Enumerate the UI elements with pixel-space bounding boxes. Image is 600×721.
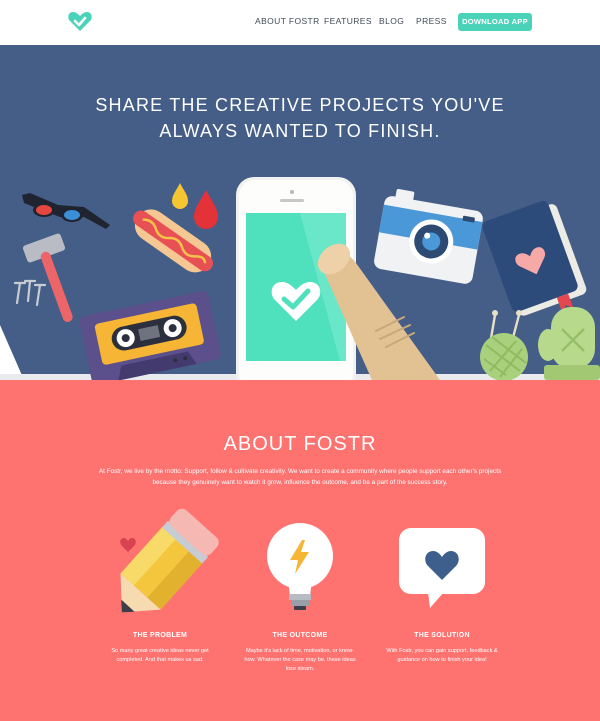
heart-speech-bubble-icon	[399, 528, 485, 608]
cassette-tape-icon	[79, 291, 221, 380]
feature-text-problem: So many great creative ideas never get c…	[111, 648, 209, 663]
yarn-ball-icon	[480, 310, 528, 380]
lightbulb-icon	[267, 523, 333, 610]
hero-title-line-2: ALWAYS WANTED TO FINISH.	[159, 121, 441, 141]
nav-blog[interactable]: BLOG	[379, 16, 404, 26]
nails-icon	[13, 279, 47, 307]
red-drop-icon	[194, 190, 218, 229]
nav-press[interactable]: PRESS	[416, 16, 447, 26]
hero-section: SHARE THE CREATIVE PROJECTS YOU'VE ALWAY…	[0, 45, 600, 380]
about-section: ABOUT FOSTR At Fostr, we live by the mot…	[0, 380, 600, 721]
hero-title: SHARE THE CREATIVE PROJECTS YOU'VE ALWAY…	[0, 92, 600, 144]
download-app-button[interactable]: DOWNLOAD APP	[458, 13, 532, 31]
pencil-icon	[120, 508, 219, 613]
nav-about-fostr[interactable]: ABOUT FOSTR	[255, 16, 320, 26]
top-navbar: ABOUT FOSTR FEATURES BLOG PRESS DOWNLOAD…	[0, 0, 600, 45]
yellow-drop-icon	[172, 183, 188, 209]
camera-icon	[374, 189, 483, 284]
feature-text-outcome: Maybe it's lack of time, motivation, or …	[244, 648, 356, 672]
nav-features[interactable]: FEATURES	[324, 16, 372, 26]
3d-glasses-icon	[22, 193, 110, 229]
white-corner-shape	[0, 325, 24, 380]
feature-text-solution: With Fostr, you can gain support, feedba…	[386, 648, 498, 663]
hero-title-line-1: SHARE THE CREATIVE PROJECTS YOU'VE	[95, 95, 505, 115]
hammer-icon	[22, 233, 73, 322]
feature-title-problem: THE PROBLEM	[132, 632, 188, 639]
feature-title-solution: THE SOLUTION	[414, 632, 470, 639]
mitten-icon	[538, 307, 600, 380]
feature-title-outcome: THE OUTCOME	[272, 632, 328, 639]
